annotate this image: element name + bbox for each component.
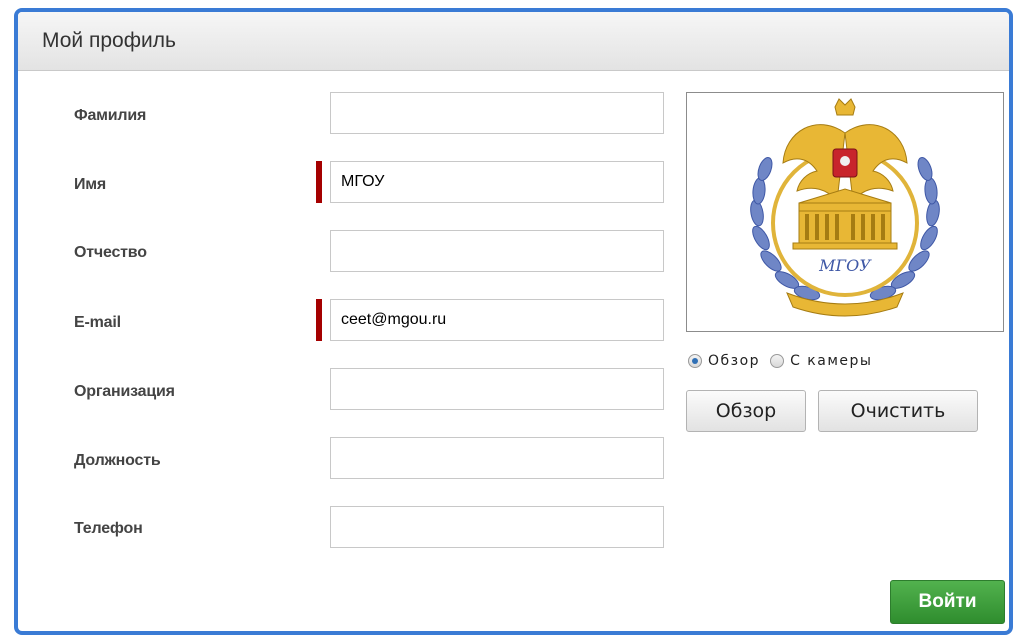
first-name-required-marker [316,161,322,203]
patronymic-input[interactable] [330,230,664,272]
profile-dialog: Мой профиль Фамилия Имя Отчество E-mail … [14,8,1013,635]
camera-radio-label[interactable]: С камеры [790,353,872,369]
phone-input[interactable] [330,506,664,548]
browse-radio-label[interactable]: Обзор [708,353,760,369]
mgou-emblem-icon: МГОУ [750,98,940,317]
emblem-text: МГОУ [818,256,872,275]
first-name-label: Имя [74,176,107,193]
last-name-input[interactable] [330,92,664,134]
clear-button[interactable]: Очистить [818,390,978,432]
dialog-title-bar: Мой профиль [18,12,1009,71]
position-input[interactable] [330,437,664,479]
phone-label: Телефон [74,520,143,537]
first-name-input[interactable] [330,161,664,203]
organization-input[interactable] [330,368,664,410]
last-name-label: Фамилия [74,107,147,124]
email-label: E-mail [74,314,121,331]
profile-photo: МГОУ [686,92,1004,332]
position-label: Должность [74,452,161,469]
camera-radio[interactable] [770,354,785,368]
organization-label: Организация [74,383,175,400]
login-button[interactable]: Войти [890,580,1005,624]
email-input[interactable] [330,299,664,341]
email-required-marker [316,299,322,341]
dialog-title: Мой профиль [42,29,176,52]
patronymic-label: Отчество [74,244,147,261]
photo-source-options: Обзор С камеры [688,350,882,372]
browse-button[interactable]: Обзор [686,390,806,432]
browse-radio[interactable] [688,354,702,368]
